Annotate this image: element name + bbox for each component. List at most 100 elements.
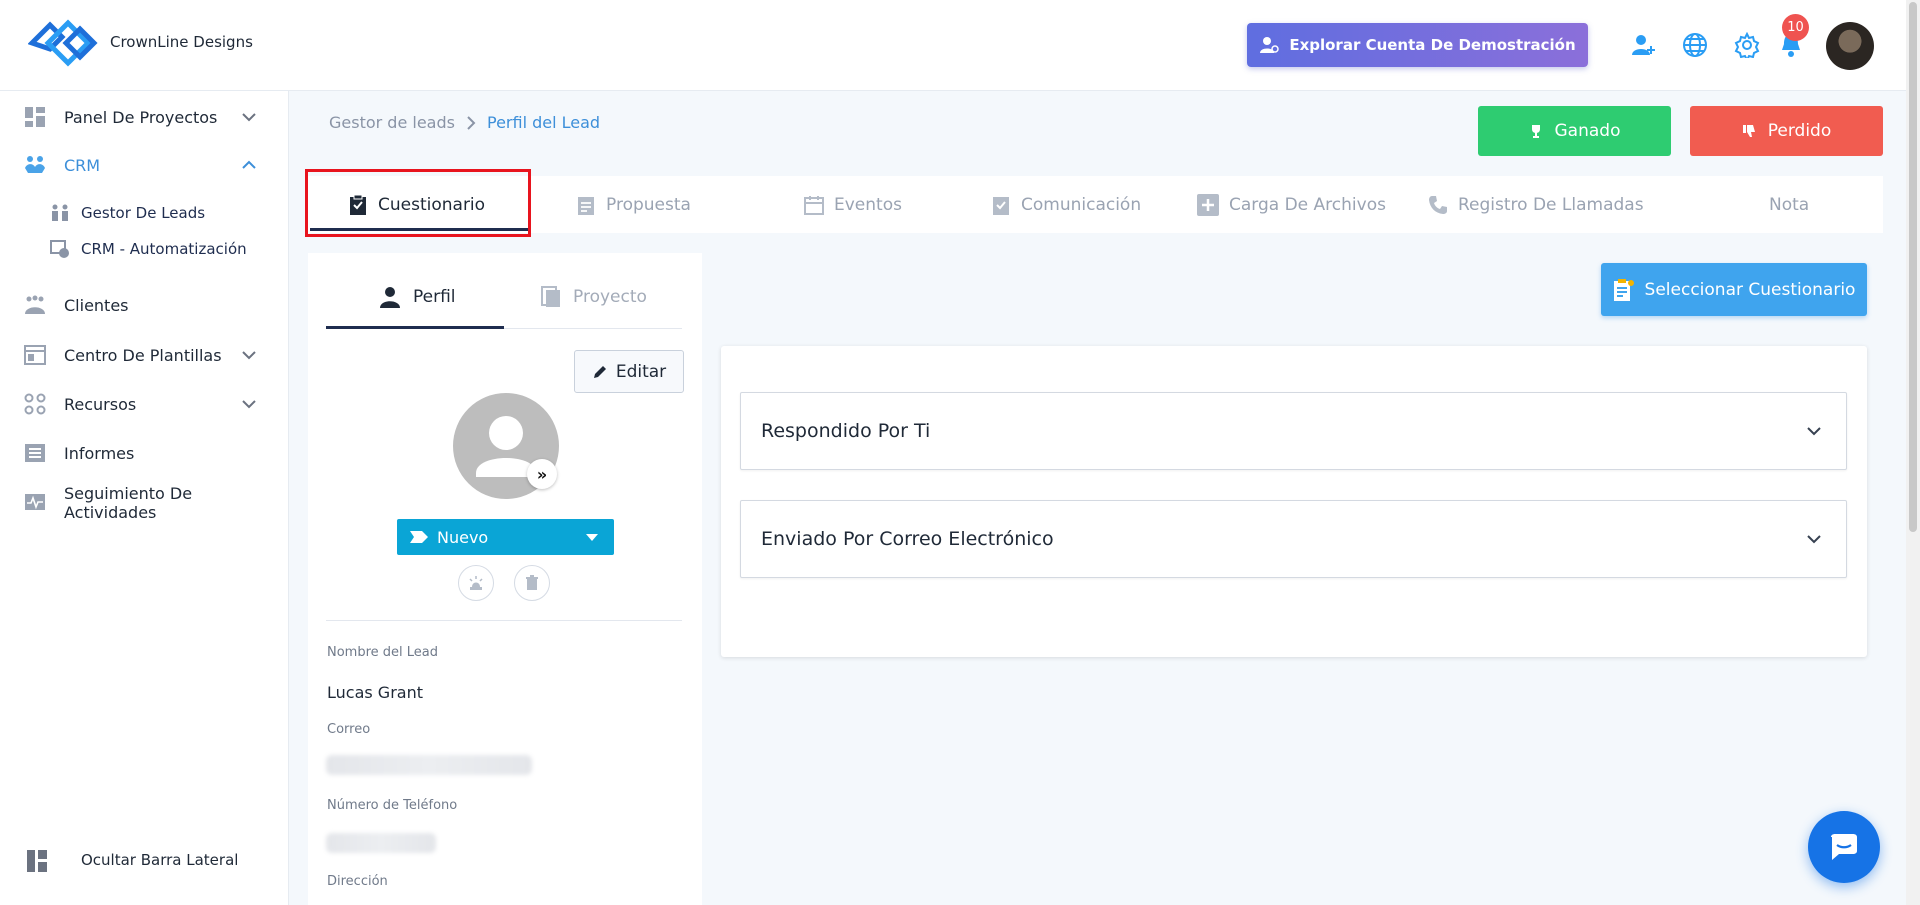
alarm-button[interactable]: [458, 565, 494, 601]
chevron-down-icon: [1807, 427, 1821, 436]
page-scrollbar[interactable]: [1906, 0, 1920, 905]
profile-tab-active-indicator: [326, 326, 504, 329]
sidebar-item-reports[interactable]: Informes: [0, 433, 289, 473]
sidebar-item-label: Recursos: [64, 394, 137, 414]
profile-tab-profile[interactable]: Perfil: [379, 275, 456, 319]
dashboard-icon: [25, 107, 45, 127]
lead-status-value: Nuevo: [437, 527, 489, 547]
accordion-title: Respondido Por Ti: [761, 420, 931, 442]
sidebar: Panel De Proyectos CRM Gestor De Leads C…: [0, 91, 289, 905]
explore-demo-label: Explorar Cuenta De Demostración: [1289, 36, 1576, 54]
caret-down-icon: [586, 534, 598, 541]
brand-logo[interactable]: CrownLine Designs: [28, 13, 253, 71]
phone-value-redacted: [326, 833, 436, 853]
logo-mark-icon: [28, 19, 98, 67]
lead-tabs-bar: Cuestionario Propuesta Eventos Comunicac…: [306, 176, 1883, 233]
lead-name-value: Lucas Grant: [327, 683, 423, 702]
sidebar-item-resources[interactable]: Recursos: [0, 384, 289, 424]
sidebar-item-label: Seguimiento De Actividades: [64, 484, 193, 522]
sidebar-layout-icon: [27, 850, 47, 872]
email-label: Correo: [327, 722, 371, 737]
sidebar-item-clients[interactable]: Clientes: [0, 285, 289, 325]
add-file-icon: [1197, 193, 1219, 216]
select-questionnaire-label: Seleccionar Cuestionario: [1644, 279, 1856, 300]
communication-clipboard-icon: [993, 196, 1009, 215]
templates-icon: [24, 345, 46, 365]
tab-label: Propuesta: [606, 194, 691, 215]
chevron-down-icon: [242, 113, 256, 122]
sidebar-item-crm[interactable]: CRM: [0, 145, 289, 185]
hide-sidebar-button[interactable]: Ocultar Barra Lateral: [0, 841, 289, 881]
profile-tab-label: Perfil: [413, 287, 456, 307]
sidebar-item-label: CRM: [64, 155, 101, 175]
edit-profile-button[interactable]: Editar: [574, 350, 684, 393]
sidebar-item-label: Informes: [64, 443, 135, 463]
scrollbar-thumb[interactable]: [1909, 2, 1917, 532]
accordion-answered-by-you[interactable]: Respondido Por Ti: [740, 392, 1847, 470]
tab-file-upload[interactable]: Carga De Archivos: [1197, 176, 1386, 233]
chat-support-button[interactable]: [1808, 811, 1880, 883]
hide-sidebar-label: Ocultar Barra Lateral: [81, 851, 239, 869]
tab-events[interactable]: Eventos: [804, 176, 902, 233]
automation-icon: [50, 240, 69, 258]
chevron-up-icon: [242, 160, 256, 169]
sidebar-item-label: Panel De Proyectos: [64, 107, 218, 127]
lead-name-label: Nombre del Lead: [327, 645, 439, 660]
lead-profile-card: Perfil Proyecto Editar » Nuevo Nombre de…: [308, 253, 702, 905]
settings-gear-icon[interactable]: [1732, 30, 1762, 60]
breadcrumb-root-link[interactable]: Gestor de leads: [329, 113, 455, 132]
thumbs-down-icon: [1742, 125, 1755, 137]
tab-note[interactable]: Nota: [1769, 176, 1809, 233]
sidebar-subitem-label: Gestor De Leads: [81, 204, 206, 222]
tag-icon: [410, 531, 428, 543]
user-settings-icon: [1260, 37, 1280, 53]
proposal-icon: [578, 196, 594, 215]
mark-won-button[interactable]: Ganado: [1478, 106, 1671, 156]
delete-button[interactable]: [514, 565, 550, 601]
phone-icon: [1429, 195, 1447, 214]
tab-label: Carga De Archivos: [1229, 194, 1386, 215]
tab-label: Nota: [1769, 194, 1810, 215]
accordion-sent-by-email[interactable]: Enviado Por Correo Electrónico: [740, 500, 1847, 578]
tab-call-log[interactable]: Registro De Llamadas: [1428, 176, 1644, 233]
profile-tab-project[interactable]: Proyecto: [541, 275, 647, 319]
chevron-down-icon: [1807, 535, 1821, 544]
trophy-icon: [1531, 125, 1540, 138]
profile-divider: [326, 620, 682, 621]
tab-communication[interactable]: Comunicación: [991, 176, 1141, 233]
top-header: CrownLine Designs Explorar Cuenta De Dem…: [0, 0, 1906, 91]
sidebar-subitem-crm-automation[interactable]: CRM - Automatización: [0, 233, 289, 265]
project-document-icon: [541, 286, 560, 307]
double-chevron-right-icon[interactable]: »: [527, 459, 557, 489]
select-questionnaire-button[interactable]: Seleccionar Cuestionario: [1601, 263, 1867, 316]
sidebar-item-project-dashboard[interactable]: Panel De Proyectos: [0, 97, 289, 137]
chevron-down-icon: [242, 351, 256, 360]
phone-label: Número de Teléfono: [327, 798, 458, 813]
user-avatar[interactable]: [1826, 22, 1874, 70]
sidebar-item-templates-center[interactable]: Centro De Plantillas: [0, 335, 289, 375]
breadcrumb-current: Perfil del Lead: [486, 113, 601, 132]
crm-handshake-icon: [25, 156, 45, 173]
tab-proposal[interactable]: Propuesta: [576, 176, 691, 233]
tab-label: Comunicación: [1021, 194, 1142, 215]
mark-won-label: Ganado: [1554, 121, 1621, 141]
leads-icon: [52, 204, 68, 221]
questionnaire-form-icon: [1613, 278, 1634, 301]
questionnaire-panel: Respondido Por Ti Enviado Por Correo Ele…: [721, 346, 1867, 657]
sidebar-subitem-lead-manager[interactable]: Gestor De Leads: [0, 197, 289, 229]
sidebar-item-activity-tracking[interactable]: Seguimiento De Actividades: [0, 483, 289, 523]
reports-list-icon: [25, 444, 45, 462]
activity-monitor-icon: [25, 494, 45, 510]
chevron-down-icon: [242, 400, 256, 409]
sidebar-subitem-label: CRM - Automatización: [81, 240, 247, 258]
lead-status-select[interactable]: Nuevo: [397, 519, 614, 555]
explore-demo-button[interactable]: Explorar Cuenta De Demostración: [1247, 23, 1588, 67]
tab-label: Registro De Llamadas: [1458, 194, 1644, 215]
clients-group-icon: [25, 295, 45, 314]
breadcrumb: Gestor de leads Perfil del Lead: [329, 113, 600, 132]
globe-icon[interactable]: [1680, 30, 1710, 60]
notification-count-badge: 10: [1782, 14, 1809, 41]
mark-lost-button[interactable]: Perdido: [1690, 106, 1883, 156]
add-user-icon[interactable]: [1628, 30, 1658, 60]
pencil-icon: [593, 365, 606, 378]
